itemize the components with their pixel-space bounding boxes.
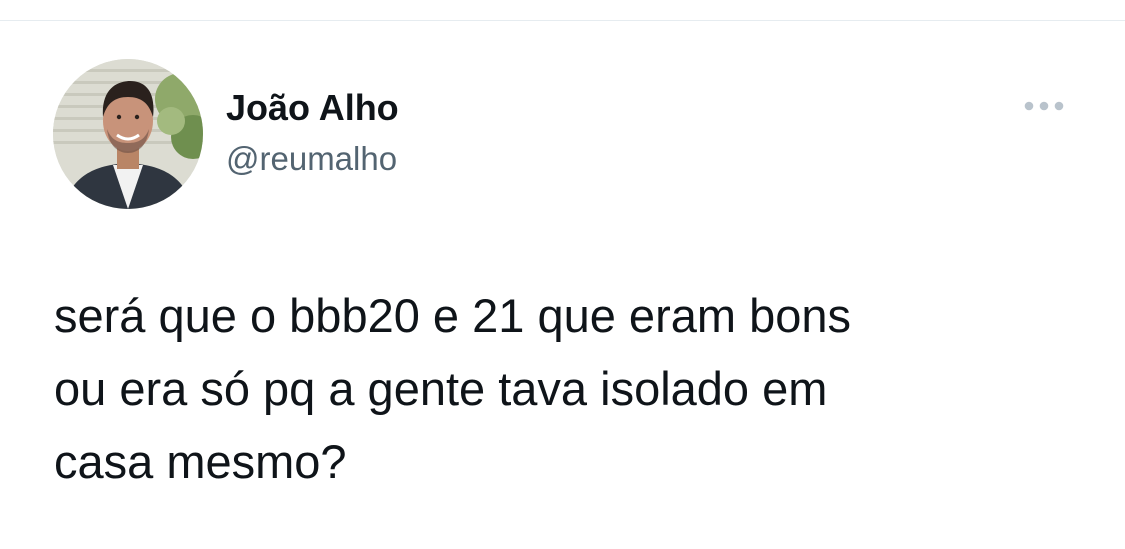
ellipsis-icon [1024, 101, 1064, 111]
tweet-card[interactable]: João Alho @reumalho será que o bbb20 e 2… [0, 21, 1125, 549]
avatar[interactable] [53, 59, 203, 209]
author-handle[interactable]: @reumalho [226, 139, 399, 179]
author-display-name[interactable]: João Alho [226, 87, 399, 129]
profile-photo-icon [53, 59, 203, 209]
tweet-text: será que o bbb20 e 21 que eram bons ou e… [54, 289, 851, 488]
author-info: João Alho @reumalho [226, 87, 399, 179]
more-options-button[interactable] [1018, 95, 1070, 117]
